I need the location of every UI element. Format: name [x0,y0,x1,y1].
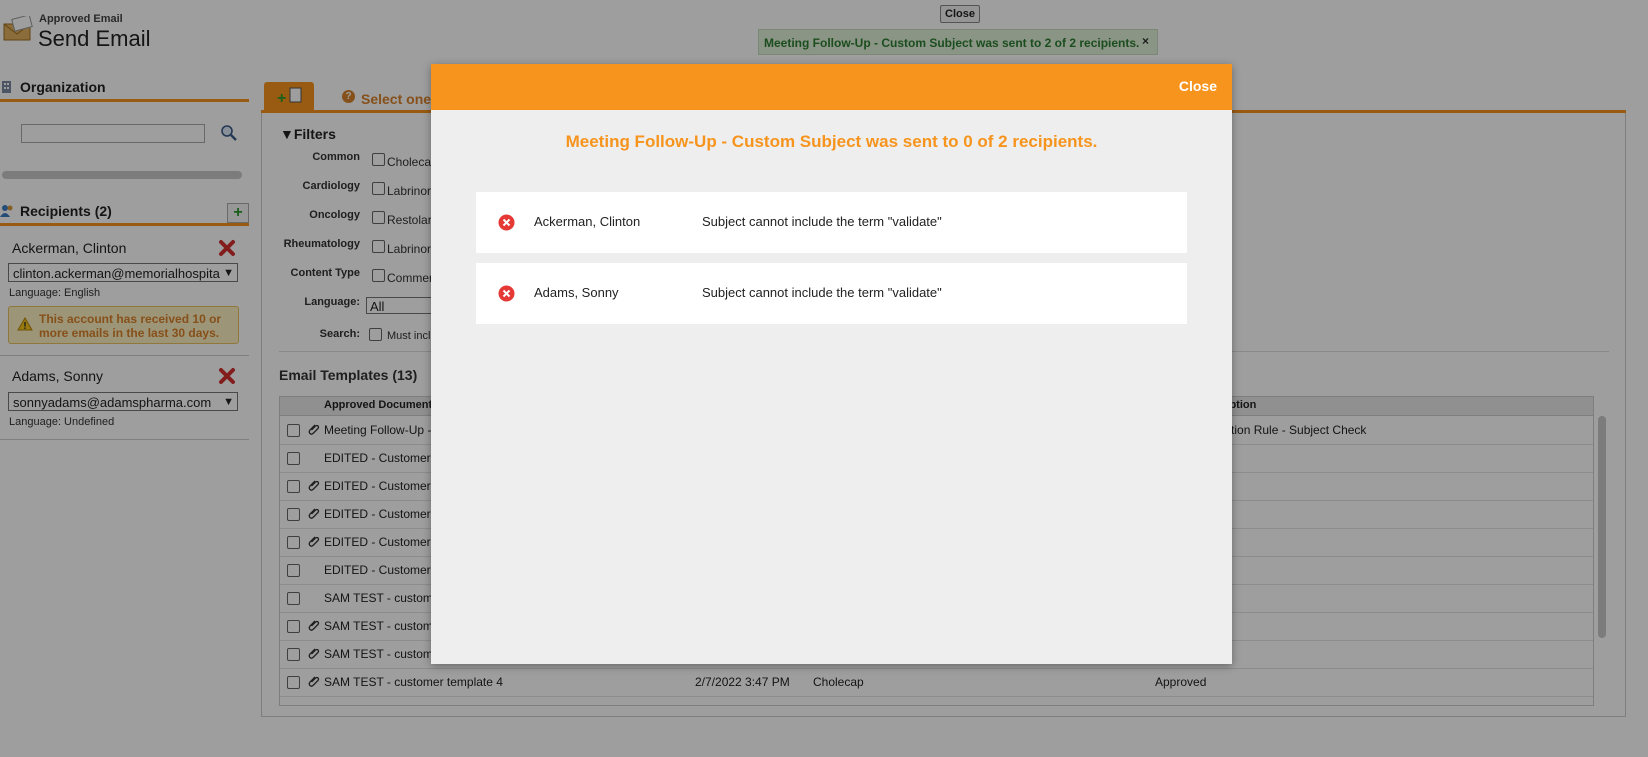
error-recipient-name: Ackerman, Clinton [534,214,641,229]
error-icon [498,214,515,231]
error-message: Subject cannot include the term "validat… [702,214,942,229]
error-recipient-name: Adams, Sonny [534,285,619,300]
error-icon [498,285,515,302]
modal-header: Close [431,64,1232,110]
send-result-modal: Close Meeting Follow-Up - Custom Subject… [431,64,1232,664]
modal-title: Meeting Follow-Up - Custom Subject was s… [565,132,1098,151]
error-message: Subject cannot include the term "validat… [702,285,942,300]
modal-close-button[interactable]: Close [1179,78,1217,94]
error-row: Adams, Sonny Subject cannot include the … [476,263,1187,324]
error-row: Ackerman, Clinton Subject cannot include… [476,192,1187,253]
